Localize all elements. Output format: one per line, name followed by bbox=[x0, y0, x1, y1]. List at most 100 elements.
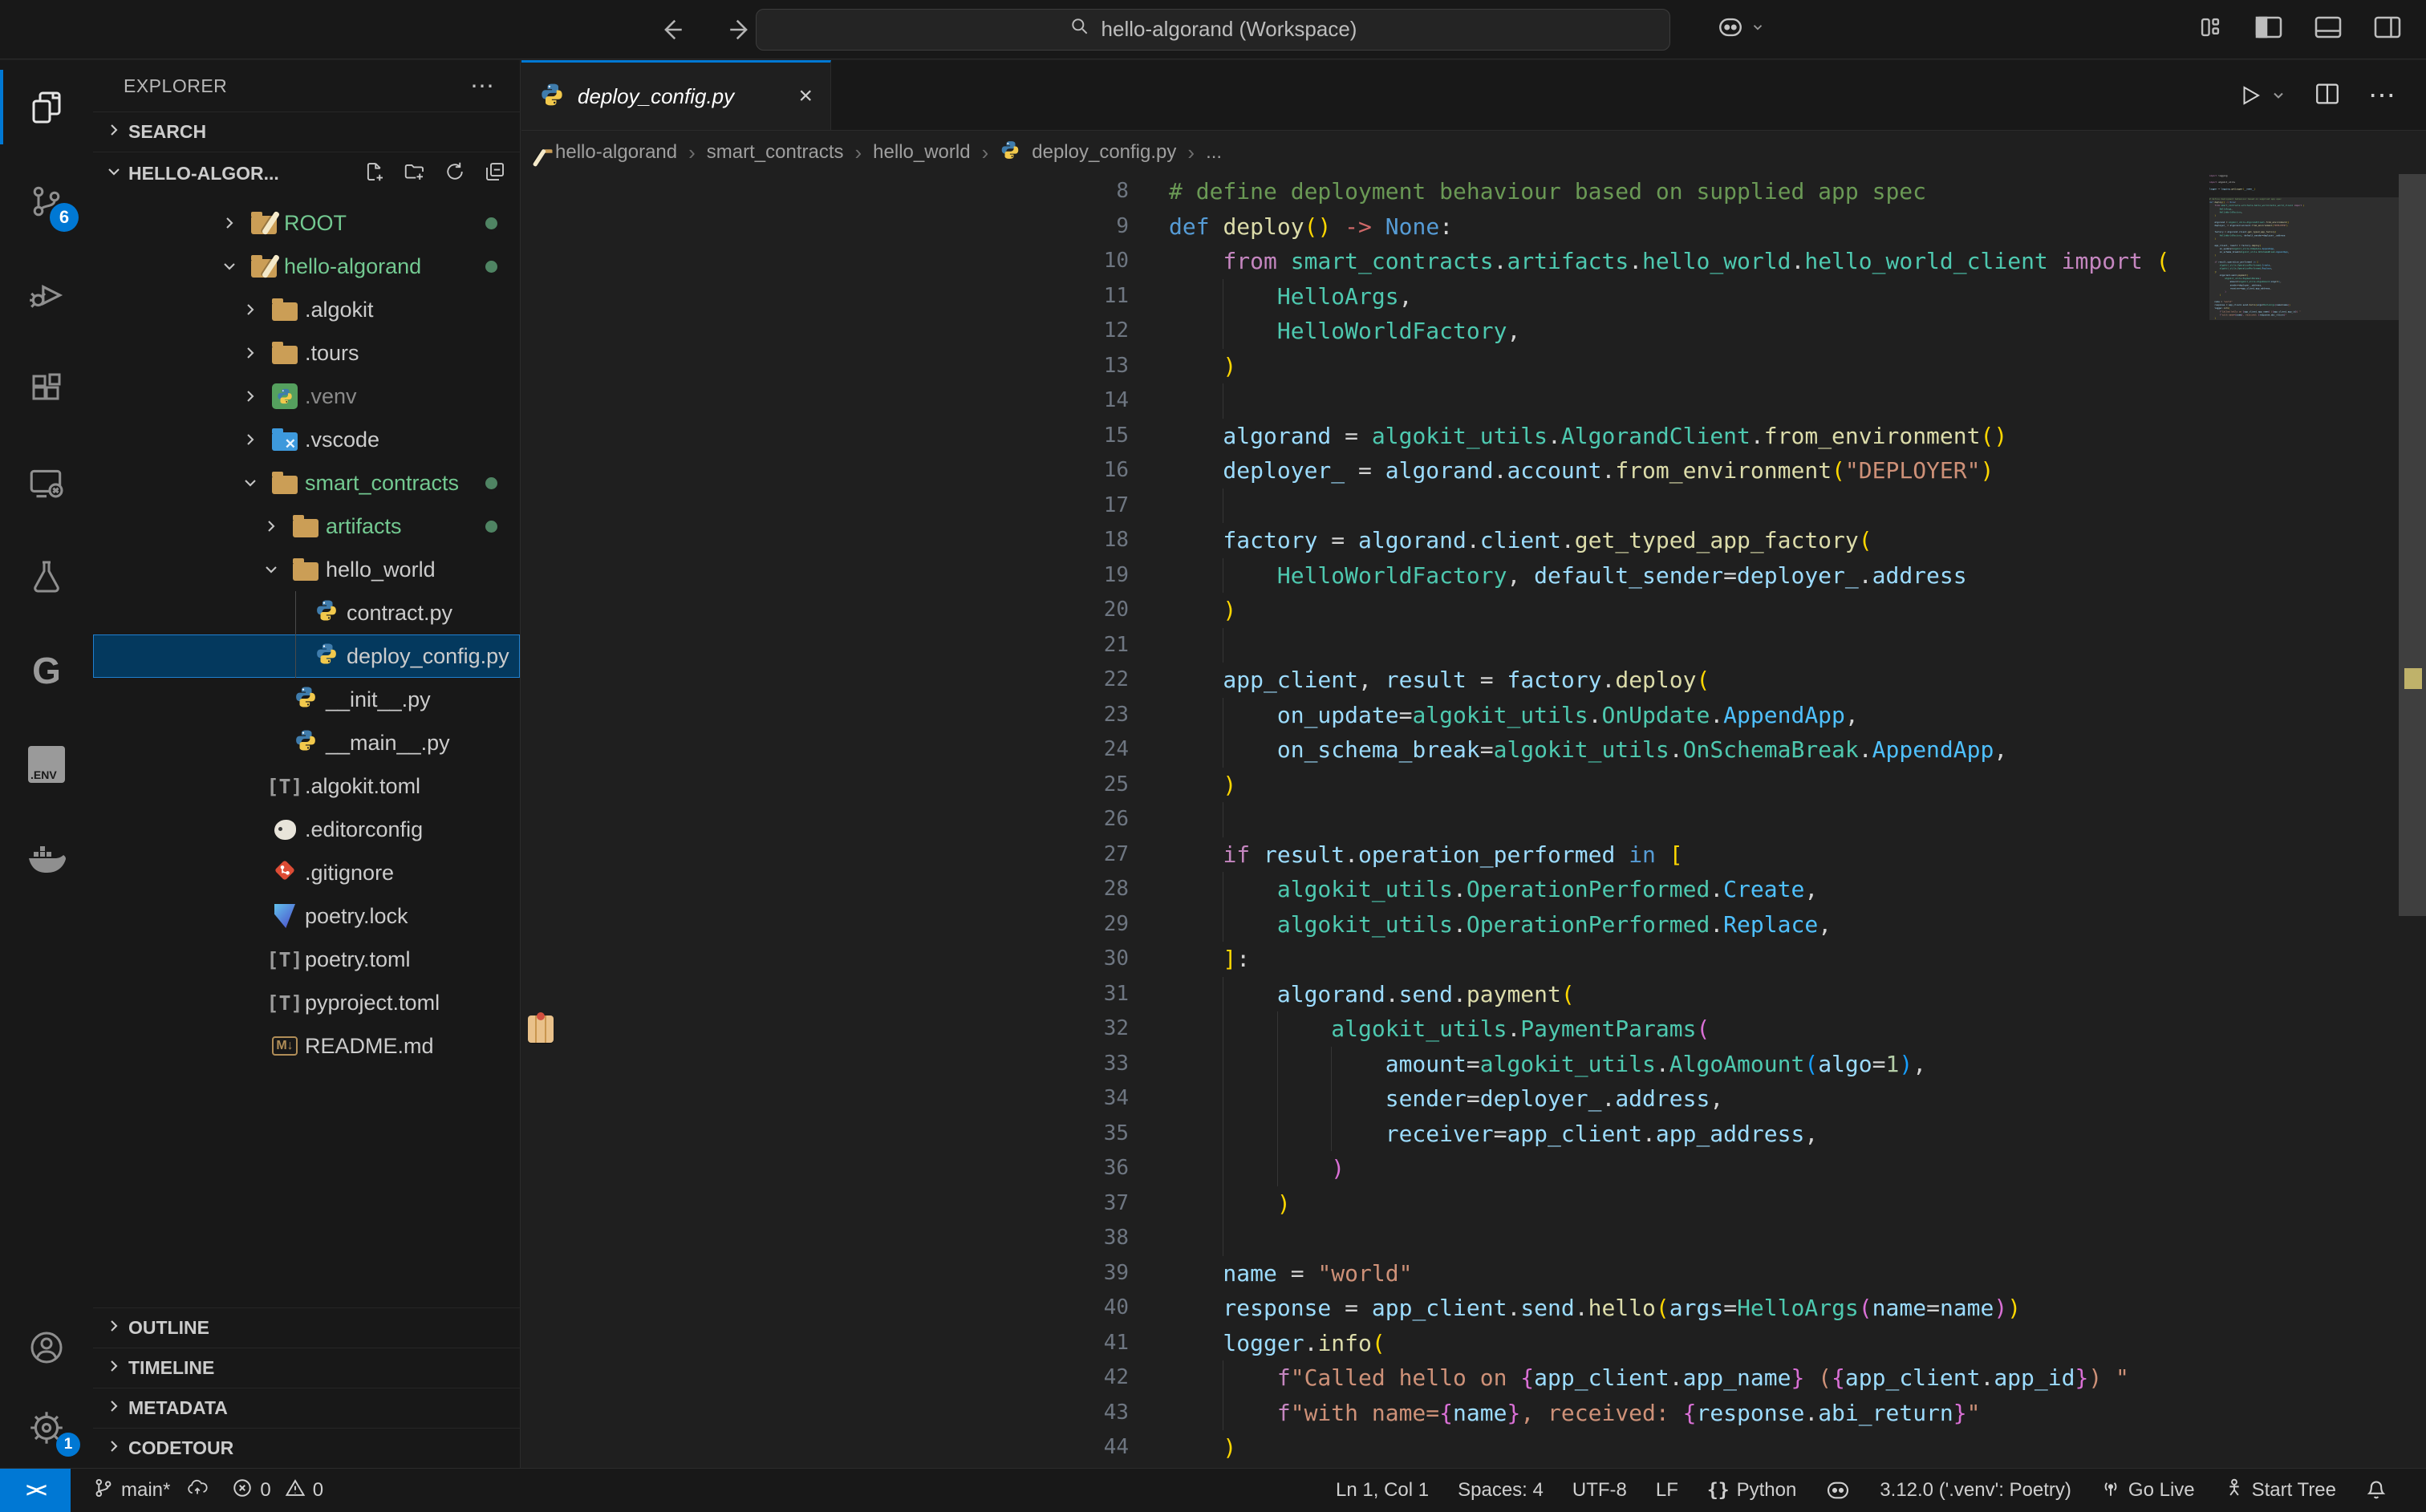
tree-item-contract-py[interactable]: contract.py bbox=[93, 591, 520, 634]
code-line-33[interactable]: 33 amount=algokit_utils.AlgoAmount(algo=… bbox=[521, 1047, 2209, 1082]
code-line-27[interactable]: 27 if result.operation_performed in [ bbox=[521, 837, 2209, 873]
live-share-item[interactable]: Start Tree bbox=[2224, 1478, 2336, 1504]
code-line-26[interactable]: 26 bbox=[521, 802, 2209, 837]
tree-item--algokit-toml[interactable]: [T].algokit.toml bbox=[93, 764, 520, 808]
code-line-17[interactable]: 17 bbox=[521, 488, 2209, 524]
tree-item-poetry-toml[interactable]: [T]poetry.toml bbox=[93, 938, 520, 981]
tree-item--init-py[interactable]: __init__.py bbox=[93, 678, 520, 721]
collapse-all-icon[interactable] bbox=[483, 160, 507, 188]
docker-icon[interactable] bbox=[0, 811, 93, 905]
tree-item--editorconfig[interactable]: .editorconfig bbox=[93, 808, 520, 851]
tree-item--main-py[interactable]: __main__.py bbox=[93, 721, 520, 764]
tree-item--algokit[interactable]: .algokit bbox=[93, 288, 520, 331]
command-center-search[interactable]: hello-algorand (Workspace) bbox=[756, 9, 1670, 51]
code-line-23[interactable]: 23 on_update=algokit_utils.OnUpdate.Appe… bbox=[521, 698, 2209, 733]
new-folder-icon[interactable] bbox=[403, 160, 427, 188]
problems-item[interactable]: 0 0 bbox=[232, 1478, 323, 1504]
tree-item-artifacts[interactable]: artifacts bbox=[93, 505, 520, 548]
explorer-icon[interactable] bbox=[0, 60, 93, 154]
sync-cloud-icon[interactable] bbox=[185, 1478, 209, 1504]
accounts-icon[interactable] bbox=[0, 1307, 93, 1388]
copilot-menu[interactable] bbox=[1717, 15, 1765, 43]
git-branch-item[interactable]: main* bbox=[93, 1478, 209, 1504]
code-line-21[interactable]: 21 bbox=[521, 628, 2209, 663]
code-line-39[interactable]: 39 name = "world" bbox=[521, 1256, 2209, 1291]
dotenv-icon[interactable]: .ENV bbox=[0, 717, 93, 811]
code-line-31[interactable]: 31 algorand.send.payment( bbox=[521, 977, 2209, 1012]
tree-item-hello-algorand[interactable]: hello-algorand bbox=[93, 245, 520, 288]
code-line-37[interactable]: 37 ) bbox=[521, 1186, 2209, 1222]
code-line-14[interactable]: 14 bbox=[521, 383, 2209, 419]
go-live-item[interactable]: Go Live bbox=[2100, 1478, 2195, 1504]
explorer-more-icon[interactable]: ⋯ bbox=[470, 72, 496, 100]
code-line-34[interactable]: 34 sender=deployer_.address, bbox=[521, 1081, 2209, 1117]
code-line-40[interactable]: 40 response = app_client.send.hello(args… bbox=[521, 1291, 2209, 1326]
code-line-19[interactable]: 19 HelloWorldFactory, default_sender=dep… bbox=[521, 558, 2209, 594]
tree-item-root[interactable]: ROOT bbox=[93, 201, 520, 245]
code-line-36[interactable]: 36 ) bbox=[521, 1151, 2209, 1186]
settings-gear-icon[interactable]: 1 bbox=[0, 1388, 93, 1468]
code-line-10[interactable]: 10 from smart_contracts.artifacts.hello_… bbox=[521, 244, 2209, 279]
eol[interactable]: LF bbox=[1656, 1479, 1678, 1502]
tree-item--tours[interactable]: .tours bbox=[93, 331, 520, 375]
tree-item-smart-contracts[interactable]: smart_contracts bbox=[93, 461, 520, 505]
copilot-status-icon[interactable] bbox=[1825, 1479, 1851, 1502]
language-mode[interactable]: {} Python bbox=[1707, 1479, 1796, 1502]
testing-icon[interactable] bbox=[0, 529, 93, 623]
back-icon[interactable] bbox=[658, 16, 685, 43]
run-debug-icon[interactable] bbox=[0, 248, 93, 342]
code-line-32[interactable]: 32 algokit_utils.PaymentParams( bbox=[521, 1011, 2209, 1047]
section-search[interactable]: SEARCH bbox=[93, 111, 520, 152]
code-line-30[interactable]: 30 ]: bbox=[521, 942, 2209, 977]
source-control-icon[interactable]: 6 bbox=[0, 154, 93, 248]
run-python-file-icon[interactable] bbox=[2238, 82, 2286, 109]
indentation[interactable]: Spaces: 4 bbox=[1458, 1479, 1544, 1502]
extensions-icon[interactable] bbox=[0, 342, 93, 436]
code-line-16[interactable]: 16 deployer_ = algorand.account.from_env… bbox=[521, 453, 2209, 488]
code-line-35[interactable]: 35 receiver=app_client.app_address, bbox=[521, 1117, 2209, 1152]
toggle-secondary-sidebar-icon[interactable] bbox=[2373, 15, 2402, 43]
tree-item-poetry-lock[interactable]: poetry.lock bbox=[93, 894, 520, 938]
remote-indicator[interactable]: >< bbox=[0, 1469, 71, 1512]
minimap-slider[interactable] bbox=[2209, 197, 2399, 320]
notifications-bell-icon[interactable] bbox=[2365, 1479, 2387, 1502]
code-line-9[interactable]: 9def deploy() -> None: bbox=[521, 209, 2209, 245]
tree-item-hello-world[interactable]: hello_world bbox=[93, 548, 520, 591]
tree-item--gitignore[interactable]: .gitignore bbox=[93, 851, 520, 894]
code-line-41[interactable]: 41 logger.info( bbox=[521, 1326, 2209, 1361]
code-line-42[interactable]: 42 f"Called hello on {app_client.app_nam… bbox=[521, 1360, 2209, 1396]
code-line-22[interactable]: 22 app_client, result = factory.deploy( bbox=[521, 663, 2209, 698]
code-line-15[interactable]: 15 algorand = algokit_utils.AlgorandClie… bbox=[521, 419, 2209, 454]
split-editor-icon[interactable] bbox=[2314, 80, 2341, 111]
code-line-29[interactable]: 29 algokit_utils.OperationPerformed.Repl… bbox=[521, 907, 2209, 942]
tree-item-deploy-config-py[interactable]: deploy_config.py bbox=[93, 634, 520, 678]
code-line-24[interactable]: 24 on_schema_break=algokit_utils.OnSchem… bbox=[521, 732, 2209, 768]
code-line-11[interactable]: 11 HelloArgs, bbox=[521, 279, 2209, 314]
code-line-44[interactable]: 44 ) bbox=[521, 1430, 2209, 1465]
code-line-43[interactable]: 43 f"with name={name}, received: {respon… bbox=[521, 1396, 2209, 1431]
code-line-18[interactable]: 18 factory = algorand.client.get_typed_a… bbox=[521, 523, 2209, 558]
scrollbar-thumb[interactable] bbox=[2399, 174, 2426, 916]
close-icon[interactable]: × bbox=[798, 83, 813, 110]
breadcrumb-item[interactable]: hello-algorand bbox=[555, 141, 677, 164]
more-actions-icon[interactable]: ⋯ bbox=[2368, 79, 2397, 111]
breadcrumb-item[interactable]: deploy_config.py bbox=[1032, 141, 1176, 164]
toggle-panel-icon[interactable] bbox=[2314, 15, 2343, 43]
section-outline[interactable]: OUTLINE bbox=[93, 1307, 520, 1348]
code-line-8[interactable]: 8# define deployment behaviour based on … bbox=[521, 174, 2209, 209]
code-line-12[interactable]: 12 HelloWorldFactory, bbox=[521, 314, 2209, 349]
python-interpreter[interactable]: 3.12.0 ('.venv': Poetry) bbox=[1880, 1479, 2071, 1502]
tab-deploy-config[interactable]: deploy_config.py × bbox=[521, 60, 831, 130]
code-line-13[interactable]: 13 ) bbox=[521, 349, 2209, 384]
breadcrumb-item[interactable]: hello_world bbox=[873, 141, 970, 164]
remote-explorer-icon[interactable] bbox=[0, 436, 93, 529]
code-line-25[interactable]: 25 ) bbox=[521, 768, 2209, 803]
section-codetour[interactable]: CODETOUR bbox=[93, 1428, 520, 1468]
cursor-position[interactable]: Ln 1, Col 1 bbox=[1336, 1479, 1429, 1502]
tree-item-readme-md[interactable]: M↓README.md bbox=[93, 1024, 520, 1068]
code-line-20[interactable]: 20 ) bbox=[521, 593, 2209, 628]
section-workspace[interactable]: HELLO-ALGOR... bbox=[93, 152, 520, 195]
gitlens-icon[interactable]: G bbox=[0, 623, 93, 717]
tree-item--vscode[interactable]: .vscode bbox=[93, 418, 520, 461]
code-line-38[interactable]: 38 bbox=[521, 1221, 2209, 1256]
